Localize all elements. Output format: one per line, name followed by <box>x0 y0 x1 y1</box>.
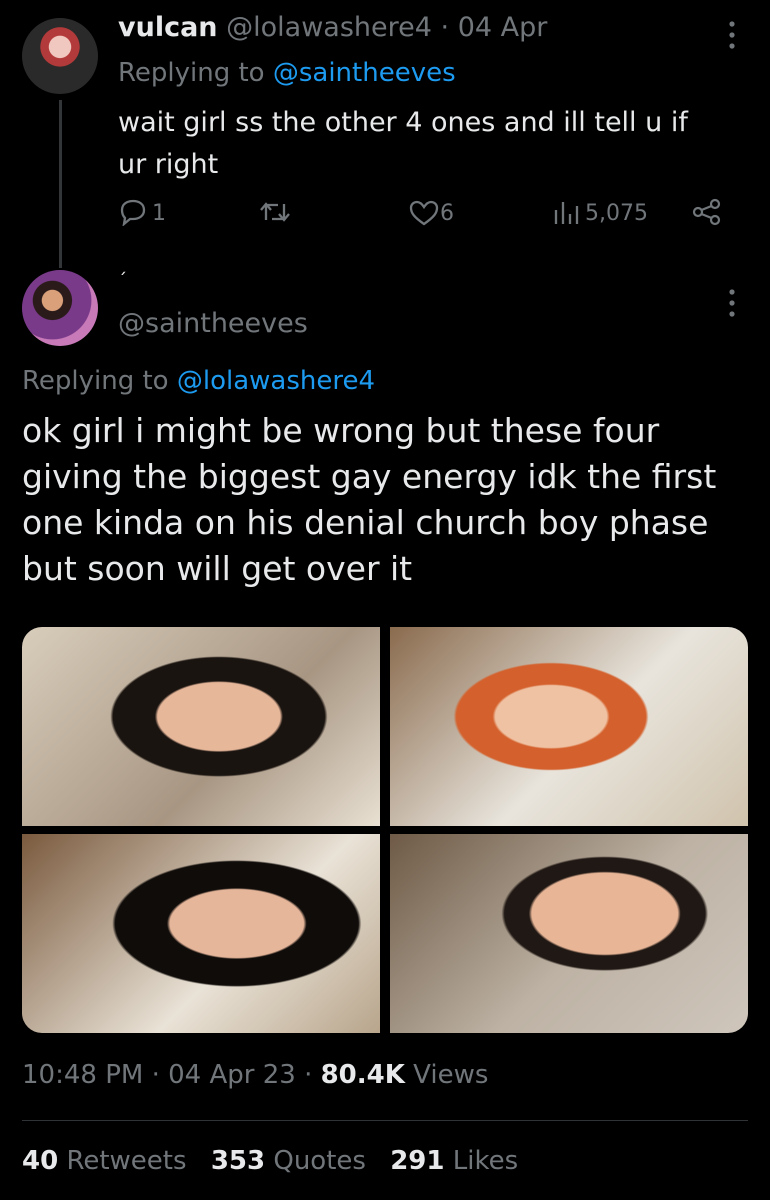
more-icon[interactable] <box>722 288 742 318</box>
thread-line <box>59 100 62 268</box>
views-count: 5,075 <box>585 201 648 226</box>
share-icon[interactable] <box>692 198 722 226</box>
quotes-count: 353 <box>210 1146 266 1176</box>
quotes-stat[interactable]: 353 Quotes <box>211 1146 366 1176</box>
separator: · <box>440 12 450 43</box>
reply-count: 1 <box>152 201 166 226</box>
replying-to-link[interactable]: @lolawashere4 <box>177 366 375 396</box>
likes-label: Likes <box>452 1146 519 1176</box>
likes-stat[interactable]: 291 Likes <box>390 1146 518 1176</box>
tweet-time[interactable]: 10:48 PM <box>22 1060 143 1090</box>
views-label: Views <box>413 1060 489 1090</box>
more-icon[interactable] <box>722 20 742 50</box>
views-icon[interactable] <box>552 198 580 226</box>
views-count: 80.4K <box>320 1060 405 1090</box>
separator: · <box>151 1060 160 1090</box>
replying-to: Replying to @saintheeves <box>118 58 456 88</box>
avatar[interactable] <box>22 270 98 346</box>
reply-icon[interactable] <box>118 198 148 226</box>
like-icon[interactable] <box>408 199 440 227</box>
retweets-count: 40 <box>22 1146 59 1176</box>
handle[interactable]: @lolawashere4 <box>226 12 432 43</box>
replying-to-link[interactable]: @saintheeves <box>273 58 456 88</box>
likes-count: 291 <box>390 1146 445 1176</box>
photo-grid <box>22 627 748 1033</box>
handle[interactable]: @saintheeves <box>118 308 308 339</box>
like-count: 6 <box>440 201 454 226</box>
separator: · <box>304 1060 313 1090</box>
replying-to: Replying to @lolawashere4 <box>22 366 375 396</box>
divider <box>22 1120 748 1121</box>
photo-2[interactable] <box>390 627 748 826</box>
retweets-label: Retweets <box>66 1146 187 1176</box>
engagement-stats: 40 Retweets 353 Quotes 291 Likes <box>22 1146 518 1176</box>
avatar[interactable] <box>22 18 98 94</box>
retweet-icon[interactable] <box>258 198 292 226</box>
photo-4[interactable] <box>390 834 748 1033</box>
photo-1[interactable] <box>22 627 380 826</box>
reply-text: wait girl ss the other 4 ones and ill te… <box>118 107 688 180</box>
replying-prefix: Replying to <box>118 58 265 88</box>
retweets-stat[interactable]: 40 Retweets <box>22 1146 187 1176</box>
quotes-label: Quotes <box>273 1146 366 1176</box>
reply-header: vulcan @lolawashere4 · 04 Apr <box>118 12 547 43</box>
tweet-date[interactable]: 04 Apr 23 <box>168 1060 296 1090</box>
tweet-metadata: 10:48 PM · 04 Apr 23 · 80.4K Views <box>22 1060 488 1090</box>
photo-3[interactable] <box>22 834 380 1033</box>
tweet-text: ok girl i might be wrong but these four … <box>22 411 717 588</box>
tweet-date[interactable]: 04 Apr <box>458 12 548 43</box>
display-name[interactable]: vulcan <box>118 12 218 43</box>
replying-prefix: Replying to <box>22 366 169 396</box>
display-name[interactable]: ´ <box>118 270 127 291</box>
